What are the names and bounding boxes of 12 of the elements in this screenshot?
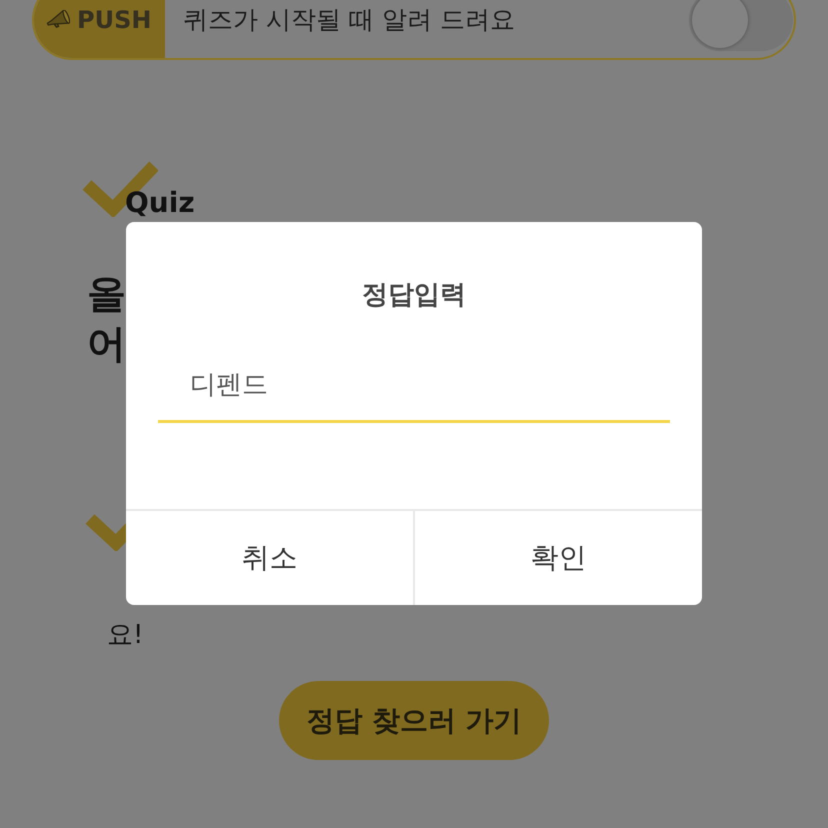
dialog-button[interactable]: 확인 [413, 511, 702, 605]
section-heading: Quiz [125, 189, 195, 217]
check-mark-icon [85, 512, 129, 551]
toggle-switch[interactable] [689, 0, 793, 51]
dialog-title: 정답입력 [362, 279, 466, 311]
quiz-title-text: 올 [87, 271, 126, 319]
push-label: PUSH [77, 8, 152, 32]
info-text: 요! [107, 619, 144, 652]
megaphone-icon [46, 10, 70, 30]
quiz-title-text: 어 [87, 321, 126, 369]
push-message: 퀴즈가 시작될 때 알려 드려요 [183, 5, 515, 35]
dialog-button[interactable]: 취소 [126, 511, 413, 605]
